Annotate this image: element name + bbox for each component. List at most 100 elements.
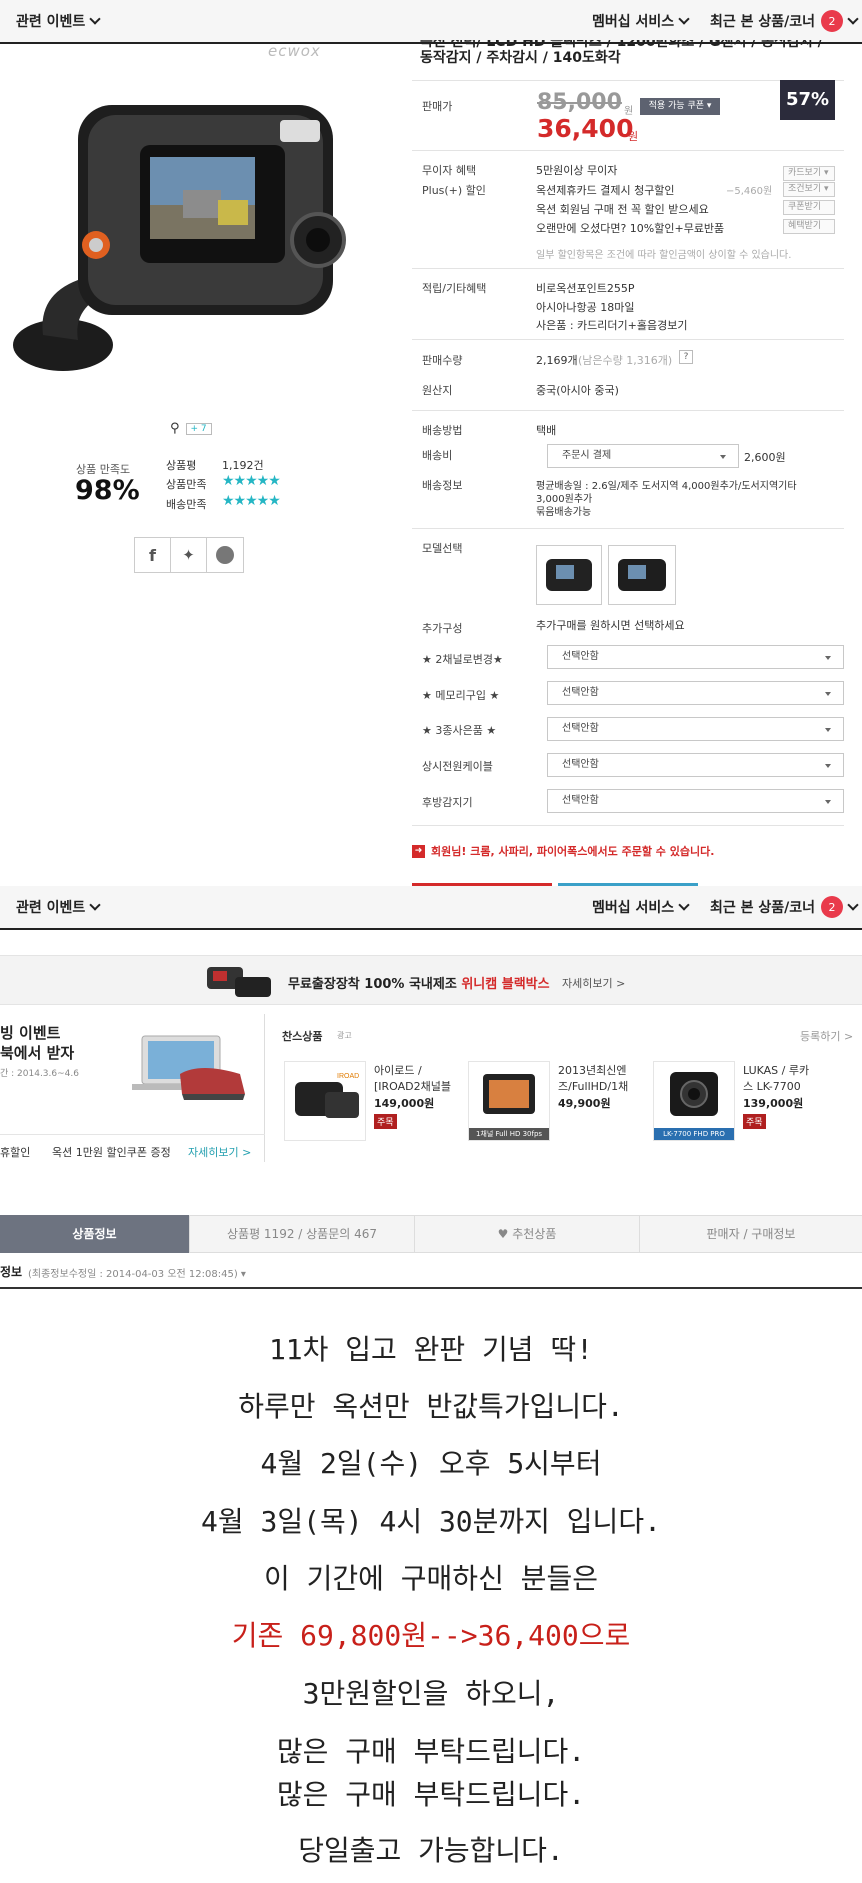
membership-menu[interactable]: 멤버십 서비스 [592,11,690,31]
tab-recommend[interactable]: ♥ 추천상품 [415,1215,640,1253]
tab-reviews[interactable]: 상품평 1192 / 상품문의 467 [190,1215,415,1253]
ad-item-name-2b[interactable]: 즈/FullHD/1채 [558,1078,628,1094]
ad-item-name-1a[interactable]: 아이로드 / [374,1062,422,1078]
ad-item-caption-3: LK-7700 FHD PRO [654,1128,734,1140]
option-label-3: ★ 3종사은품 ★ [422,724,497,737]
event-period: 간 : 2014.3.6~4.6 [0,1069,79,1079]
divider [412,268,844,269]
card-view-button[interactable]: 카드보기 ▾ [783,166,835,181]
promo-line-1: 11차 입고 완판 기념 딱! [268,1333,594,1366]
product-title: 측전 전력/ LCD HD 블랙박스 / 1200만화소 / G센서 / 동작감… [420,40,823,67]
ad-item-name-3b[interactable]: 스 LK-7700 [743,1078,801,1094]
event-title-2: 북에서 받자 [0,1044,75,1062]
ad-item-caption-2: 1채널 Full HD 30fps [469,1128,549,1140]
chevron-down-icon [89,13,101,25]
divider [412,825,844,826]
option-label-2: ★ 메모리구입 ★ [422,689,500,702]
ad-item-image-3[interactable]: LK-7700 FHD PRO [653,1061,735,1141]
ad-banner[interactable]: 무료출장장착 100% 국내제조 위니캠 블랙박스 자세히보기 > [0,955,862,1005]
divider [0,1134,265,1135]
ad-item-name-3a[interactable]: LUKAS / 루카 [743,1062,809,1078]
chevron-down-icon [678,899,690,911]
card-discount-text: 옥션제휴카드 결제시 청구할인 [536,184,675,197]
banner-text-highlight: 위니캠 블랙박스 [461,977,550,992]
share-buttons: f ✦ [134,537,244,573]
divider [412,339,844,340]
points-value-3: 사은품 : 카드리더기+홀음경보기 [536,319,688,332]
member-discount-text: 옥션 회원님 구매 전 꼭 할인 받으세요 [536,203,709,216]
related-events-menu[interactable]: 관련 이벤트 [16,11,101,31]
model-option-2[interactable] [608,545,676,605]
twitter-icon[interactable]: ✦ [171,538,207,572]
chevron-down-icon [678,13,690,25]
delivery-sat-label: 배송만족 [166,498,207,511]
discount-note: 일부 할인항목은 조건에 따라 할인금액이 상이할 수 있습니다. [536,250,792,261]
ad-item-name-1b[interactable]: [IROAD2채널블 [374,1078,451,1094]
coupon-receive-button[interactable]: 쿠폰받기 [783,200,835,215]
option-select-2[interactable]: 선택안함 [547,681,844,705]
sales-value: 2,169개 [536,354,578,367]
delivery-sat-stars: ★★★★★ [222,493,281,509]
product-sat-label: 상품만족 [166,478,207,491]
ad-item-price-3: 139,000원 [743,1097,804,1110]
condition-view-button[interactable]: 조건보기 ▾ [783,182,835,197]
product-image[interactable] [8,95,348,375]
register-link[interactable]: 등록하기 > [800,1028,853,1044]
extra-items-hint: 추가구매를 원하시면 선택하세요 [536,619,685,632]
info-updated-date[interactable]: (최종정보수정일 : 2014-04-03 오전 12:08:45) ▾ [28,1265,246,1280]
recent-count-badge: 2 [821,896,844,918]
delivery-fee-select[interactable]: 주문시 결제 [547,444,739,468]
delivery-method-label: 배송방법 [422,424,463,437]
event-title-1: 빙 이벤트 [0,1024,61,1042]
option-select-5[interactable]: 선택안함 [547,789,844,813]
event-panel[interactable]: 빙 이벤트 북에서 받자 간 : 2014.3.6~4.6 휴할인 옥션 1만원… [0,1014,265,1162]
option-label-4: 상시전원케이블 [422,760,493,773]
recent-items-menu[interactable]: 최근 본 상품/코너 2 [710,896,859,918]
related-events-menu[interactable]: 관련 이벤트 [16,897,101,917]
membership-label: 멤버십 서비스 [592,14,675,30]
promo-line-6: 기존 69,800원-->36,400으로 [231,1619,631,1652]
kakaostory-icon[interactable] [207,538,243,572]
browser-notice-text: 회원님! 크롬, 사파리, 파이어폭스에서도 주문할 수 있습니다. [431,845,715,858]
divider [412,150,844,151]
review-count[interactable]: 1,192건 [222,457,264,473]
benefit-receive-button[interactable]: 혜택받기 [783,219,835,234]
card-discount-amount: −5,460원 [726,186,773,197]
ad-item-name-2a[interactable]: 2013년최신엔 [558,1062,626,1078]
origin-value: 중국(아시아 중국) [536,384,619,397]
ad-item-image-1[interactable]: IROAD [284,1061,366,1141]
return-discount-text: 오랜만에 오셨다면? 10%할인+무료반품 [536,222,725,235]
price-label: 판매가 [422,100,453,113]
tab-seller-info[interactable]: 판매자 / 구매정보 [640,1215,862,1253]
facebook-icon[interactable]: f [135,538,171,572]
image-count-badge[interactable]: + 7 [185,422,212,435]
event-bottom-left: 휴할인 [0,1146,31,1159]
iroad-image: IROAD [295,1073,359,1118]
delivery-method-value: 택배 [536,424,557,437]
browser-notice: ➜ 회원님! 크롬, 사파리, 파이어폭스에서도 주문할 수 있습니다. [412,843,714,859]
banner-text-main: 무료출장장착 100% 국내제조 [288,977,462,992]
model-option-1[interactable] [536,545,602,605]
option-select-1[interactable]: 선택안함 [547,645,844,669]
info-section-title: 정보 [0,1265,23,1279]
delivery-info-label: 배송정보 [422,479,463,492]
option-select-3[interactable]: 선택안함 [547,717,844,741]
recent-items-menu[interactable]: 최근 본 상품/코너 2 [710,10,859,32]
promo-line-4: 4월 3일(목) 4시 30분까지 입니다. [201,1505,661,1538]
promo-line-10: 당일출고 가능합니다. [298,1834,564,1867]
ad-item-tag-1: 주목 [374,1114,397,1129]
banner-detail-link[interactable]: 자세히보기 > [562,975,625,991]
search-icon[interactable]: ⚲ [170,421,180,436]
delivery-fee-label: 배송비 [422,449,453,462]
extra-items-label: 추가구성 [422,622,463,635]
event-detail-link[interactable]: 자세히보기 > [188,1144,251,1160]
option-select-4[interactable]: 선택안함 [547,753,844,777]
laptop-shoe-image [132,1035,245,1100]
tab-product-info[interactable]: 상품정보 [0,1215,190,1253]
help-icon[interactable]: ? [679,350,693,364]
membership-menu[interactable]: 멤버십 서비스 [592,897,690,917]
chevron-down-icon [847,899,859,911]
ad-item-image-2[interactable]: 1채널 Full HD 30fps [468,1061,550,1141]
related-events-label: 관련 이벤트 [16,900,86,916]
coupon-button[interactable]: 적용 가능 쿠폰 ▾ [640,98,720,115]
